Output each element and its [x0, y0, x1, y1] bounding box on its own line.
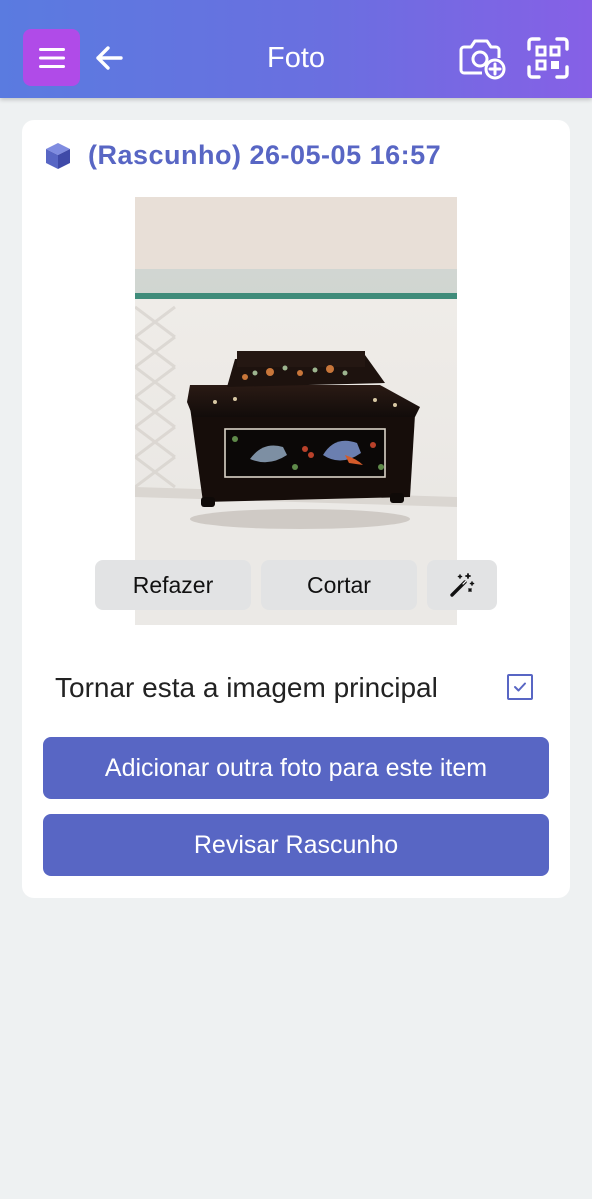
review-draft-button[interactable]: Revisar Rascunho: [43, 814, 549, 876]
add-another-photo-button[interactable]: Adicionar outra foto para este item: [43, 737, 549, 799]
main-image-checkbox[interactable]: [507, 674, 533, 700]
main-image-label: Tornar esta a imagem principal: [55, 672, 438, 703]
main-image-row[interactable]: Tornar esta a imagem principal: [55, 665, 535, 711]
card-header: (Rascunho) 26-05-05 16:57: [44, 140, 441, 171]
app-bar: Foto: [0, 0, 592, 98]
add-photo-camera-button[interactable]: [458, 36, 508, 80]
cube-icon: [46, 142, 70, 169]
checkmark-icon: [514, 682, 526, 692]
scan-button[interactable]: [526, 36, 570, 80]
crop-photo-button[interactable]: Cortar: [261, 560, 417, 610]
magic-edit-button[interactable]: [427, 560, 497, 610]
redo-photo-button[interactable]: Refazer: [95, 560, 251, 610]
qr-scan-icon: [527, 37, 569, 79]
camera-add-icon: [459, 39, 506, 80]
magic-wand-icon: [450, 573, 475, 597]
draft-title: (Rascunho) 26-05-05 16:57: [88, 140, 442, 170]
photo-card: (Rascunho) 26-05-05 16:57 Refazer Cortar…: [22, 120, 570, 898]
